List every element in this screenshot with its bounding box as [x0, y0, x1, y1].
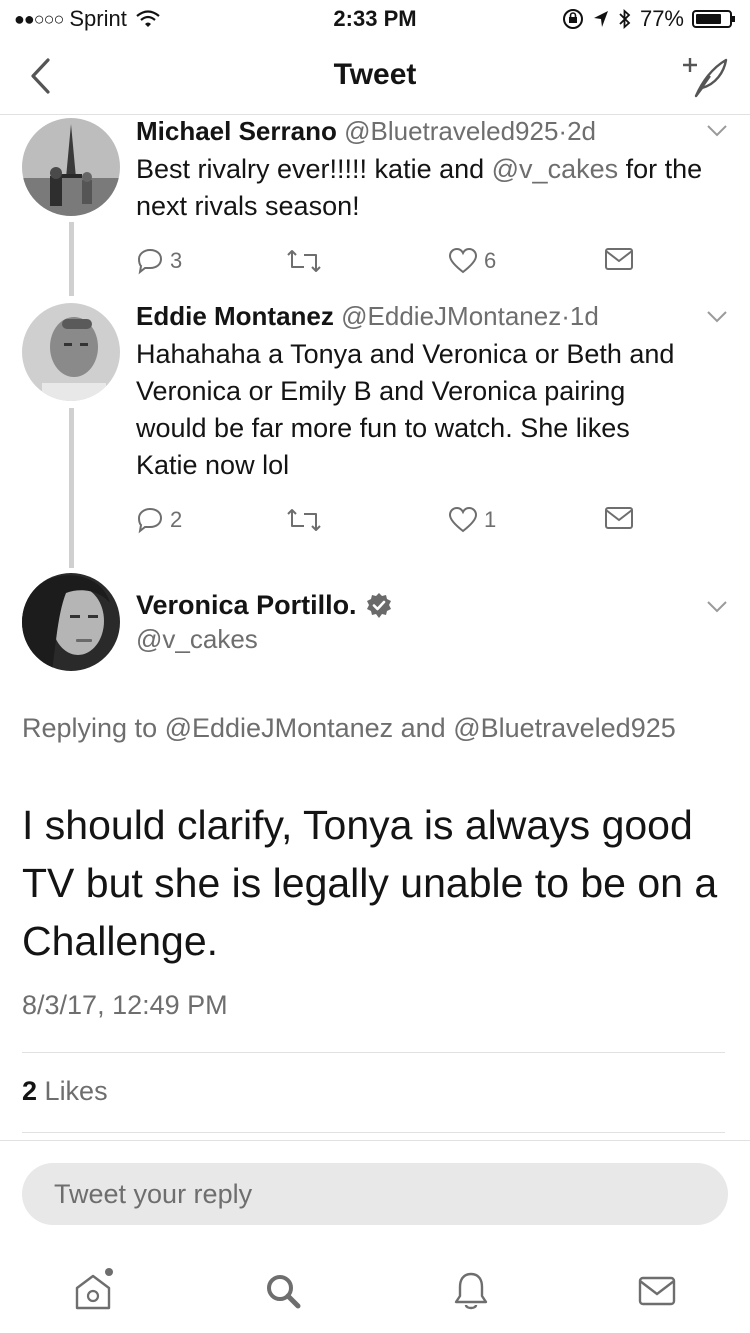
- separator-dot: ·: [561, 301, 570, 331]
- retweet-icon: [287, 250, 321, 272]
- reply-button[interactable]: 3: [136, 247, 182, 275]
- retweet-button[interactable]: [286, 247, 322, 275]
- tweet-text-part: Best rivalry ever!!!!! katie and: [136, 154, 492, 184]
- display-name[interactable]: Eddie Montanez: [136, 301, 334, 331]
- likes-count: 2: [22, 1076, 38, 1106]
- main-tweet-text: I should clarify, Tonya is always good T…: [22, 802, 718, 964]
- user-handle[interactable]: @v_cakes: [136, 624, 258, 655]
- replying-to-label: Replying to: [22, 713, 158, 743]
- divider: [22, 1052, 725, 1053]
- mention-link[interactable]: @v_cakes: [492, 154, 618, 184]
- avatar[interactable]: [22, 118, 120, 216]
- envelope-icon: [605, 248, 633, 270]
- user-handle[interactable]: @Bluetraveled925: [344, 116, 558, 146]
- reply-header: Eddie Montanez @EddieJMontanez·1d: [136, 301, 599, 332]
- display-name: Veronica Portillo.: [136, 590, 357, 620]
- status-indicators: 77%: [562, 6, 735, 32]
- reply-icon: [137, 248, 163, 275]
- like-count: 6: [484, 248, 497, 273]
- retweet-button[interactable]: [286, 506, 322, 534]
- main-tweet-author[interactable]: Veronica Portillo.: [136, 590, 393, 621]
- reply-button[interactable]: 2: [136, 506, 182, 534]
- retweet-icon: [287, 509, 321, 531]
- avatar-photo-selfie: [22, 573, 120, 671]
- reply-count: 2: [170, 507, 183, 532]
- reply-composer: [0, 1140, 750, 1245]
- tab-messages[interactable]: [632, 1266, 682, 1316]
- battery-fill: [696, 14, 721, 24]
- like-button[interactable]: 6: [448, 247, 496, 275]
- share-button[interactable]: [604, 506, 634, 530]
- replying-to: Replying to @EddieJMontanez and @Bluetra…: [22, 708, 722, 748]
- like-count: 1: [484, 507, 497, 532]
- reply-count: 3: [170, 248, 183, 273]
- replying-to-users[interactable]: @EddieJMontanez and @Bluetraveled925: [165, 713, 676, 743]
- battery-icon: [692, 10, 735, 28]
- tweet-age: 2d: [567, 116, 596, 146]
- display-name[interactable]: Michael Serrano: [136, 116, 337, 146]
- avatar[interactable]: [22, 573, 120, 671]
- reply-icon: [137, 507, 163, 534]
- tweet-text: Best rivalry ever!!!!! katie and @v_cake…: [136, 151, 736, 225]
- reply-input[interactable]: [22, 1163, 728, 1225]
- tab-home[interactable]: [68, 1266, 118, 1316]
- thread-line: [69, 222, 74, 296]
- avatar[interactable]: [22, 303, 120, 401]
- nav-bar: Tweet: [0, 40, 750, 115]
- thread-line: [69, 408, 74, 568]
- reply-header: Michael Serrano @Bluetraveled925·2d: [136, 116, 596, 147]
- search-icon: [267, 1275, 301, 1309]
- tweet-age: 1d: [569, 301, 599, 331]
- tab-search[interactable]: [258, 1266, 308, 1316]
- verified-badge-icon: [366, 592, 391, 618]
- envelope-icon: [605, 507, 633, 529]
- avatar-photo-eiffel: [22, 118, 120, 216]
- tab-notifications[interactable]: [446, 1266, 496, 1316]
- divider: [22, 1132, 725, 1133]
- status-bar: ●●○○○ Sprint 2:33 PM 77%: [0, 0, 750, 40]
- bell-icon: [454, 1272, 488, 1310]
- share-button[interactable]: [604, 247, 634, 271]
- bluetooth-icon: [619, 8, 631, 30]
- chevron-down-icon[interactable]: [706, 600, 728, 614]
- page-title: Tweet: [333, 58, 417, 91]
- tab-bar: [0, 1244, 750, 1333]
- battery-percent: 77%: [639, 6, 684, 31]
- tweet-timestamp: 8/3/17, 12:49 PM: [22, 990, 228, 1020]
- chevron-down-icon[interactable]: [706, 310, 728, 324]
- heart-icon: [448, 247, 478, 274]
- compose-tweet-button[interactable]: [680, 54, 730, 105]
- location-icon: [593, 11, 608, 27]
- chevron-down-icon[interactable]: [706, 124, 728, 138]
- likes-summary[interactable]: 2 Likes: [22, 1076, 108, 1107]
- like-button[interactable]: 1: [448, 506, 496, 534]
- tweet-text: Hahahaha a Tonya and Veronica or Beth an…: [136, 339, 675, 480]
- separator-dot: ·: [558, 116, 568, 146]
- avatar-photo-portrait: [22, 303, 120, 401]
- user-handle[interactable]: @EddieJMontanez: [341, 301, 561, 331]
- compose-feather-icon: [683, 58, 728, 98]
- home-icon: [75, 1268, 113, 1310]
- envelope-icon: [638, 1276, 676, 1306]
- tweet-actions: 3 6: [136, 247, 636, 277]
- orientation-lock-icon: [562, 9, 583, 29]
- heart-icon: [448, 506, 478, 533]
- likes-label: Likes: [44, 1076, 108, 1106]
- tweet-actions: 2 1: [136, 506, 636, 536]
